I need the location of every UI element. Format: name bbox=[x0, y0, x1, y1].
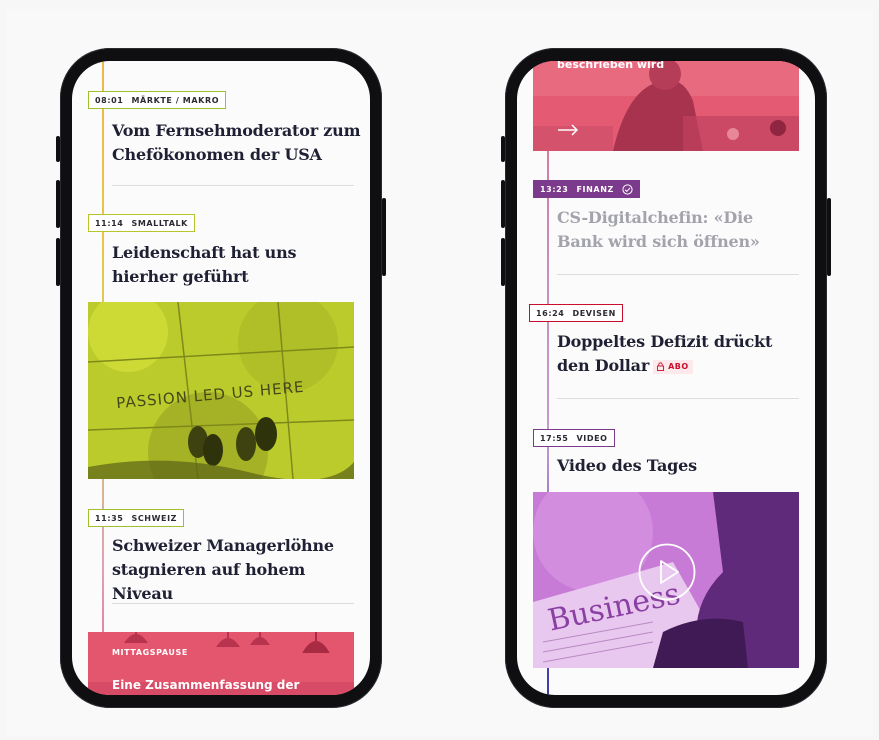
news-headline[interactable]: Vom Fernsehmoderator zum Chefökonomen de… bbox=[112, 119, 362, 167]
news-tag[interactable]: 11:35 SCHWEIZ bbox=[88, 509, 185, 527]
abo-badge-label: ABO bbox=[668, 361, 689, 371]
phone-screen-left: 08:01 MÄRKTE / MAKRO Vom Fernsehmoderato… bbox=[72, 61, 370, 695]
news-tag[interactable]: 08:01 MÄRKTE / MAKRO bbox=[88, 91, 227, 109]
time-label: 11:14 bbox=[95, 218, 124, 228]
top-card-text: beschrieben wird bbox=[557, 61, 665, 71]
volume-up-button bbox=[501, 180, 505, 228]
divider bbox=[112, 603, 354, 604]
news-tag[interactable]: 16:24 DEVISEN bbox=[529, 304, 623, 322]
promo-kicker: MITTAGSPAUSE bbox=[112, 648, 188, 657]
office-photo bbox=[533, 61, 799, 151]
category-label: SMALLTALK bbox=[131, 218, 188, 228]
passion-image[interactable]: PASSION LED US HERE bbox=[88, 302, 354, 479]
category-label: SCHWEIZ bbox=[131, 513, 178, 523]
news-tag[interactable]: 11:14 SMALLTALK bbox=[88, 214, 195, 232]
time-label: 17:55 bbox=[540, 433, 569, 443]
divider bbox=[557, 398, 799, 399]
category-label: FINANZ bbox=[576, 184, 614, 194]
mittagspause-card[interactable]: MITTAGSPAUSE Eine Zusammenfassung der bbox=[88, 632, 354, 695]
arrow-right-icon[interactable] bbox=[557, 124, 579, 136]
divider bbox=[112, 185, 354, 186]
news-headline[interactable]: Schweizer Managerlöhne stagnieren auf ho… bbox=[112, 534, 342, 606]
volume-down-button bbox=[501, 238, 505, 286]
phone-screen-right: beschrieben wird 13:23 FINANZ CS-Digital… bbox=[517, 61, 815, 695]
time-label: 16:24 bbox=[536, 308, 565, 318]
news-headline[interactable]: Doppeltes Defizit drückt den Dollar ABO bbox=[557, 330, 807, 378]
top-article-card[interactable]: beschrieben wird bbox=[533, 61, 799, 151]
volume-up-button bbox=[56, 180, 60, 228]
news-headline[interactable]: CS-Digitalchefin: «Die Bank wird sich öf… bbox=[557, 206, 797, 254]
play-icon[interactable] bbox=[638, 543, 696, 601]
phone-left: 08:01 MÄRKTE / MAKRO Vom Fernsehmoderato… bbox=[56, 48, 386, 708]
time-label: 13:23 bbox=[540, 184, 569, 194]
category-label: VIDEO bbox=[576, 433, 608, 443]
news-headline[interactable]: Video des Tages bbox=[557, 454, 797, 478]
category-label: DEVISEN bbox=[572, 308, 616, 318]
news-headline[interactable]: Leidenschaft hat uns hierher geführt bbox=[112, 241, 362, 289]
category-label: MÄRKTE / MAKRO bbox=[131, 95, 220, 105]
phone-right: beschrieben wird 13:23 FINANZ CS-Digital… bbox=[501, 48, 831, 708]
mute-switch bbox=[501, 136, 505, 162]
promo-title: Eine Zusammenfassung der bbox=[112, 678, 300, 692]
video-thumbnail[interactable]: Business bbox=[533, 492, 799, 668]
news-tag[interactable]: 17:55 VIDEO bbox=[533, 429, 615, 447]
power-button bbox=[382, 198, 386, 276]
power-button bbox=[827, 198, 831, 276]
volume-down-button bbox=[56, 238, 60, 286]
time-label: 11:35 bbox=[95, 513, 124, 523]
divider bbox=[557, 274, 799, 275]
mute-switch bbox=[56, 136, 60, 162]
lock-icon bbox=[657, 362, 665, 371]
time-label: 08:01 bbox=[95, 95, 124, 105]
news-tag[interactable]: 13:23 FINANZ bbox=[533, 180, 640, 198]
abo-badge: ABO bbox=[653, 359, 693, 374]
check-circle-icon bbox=[622, 183, 633, 195]
